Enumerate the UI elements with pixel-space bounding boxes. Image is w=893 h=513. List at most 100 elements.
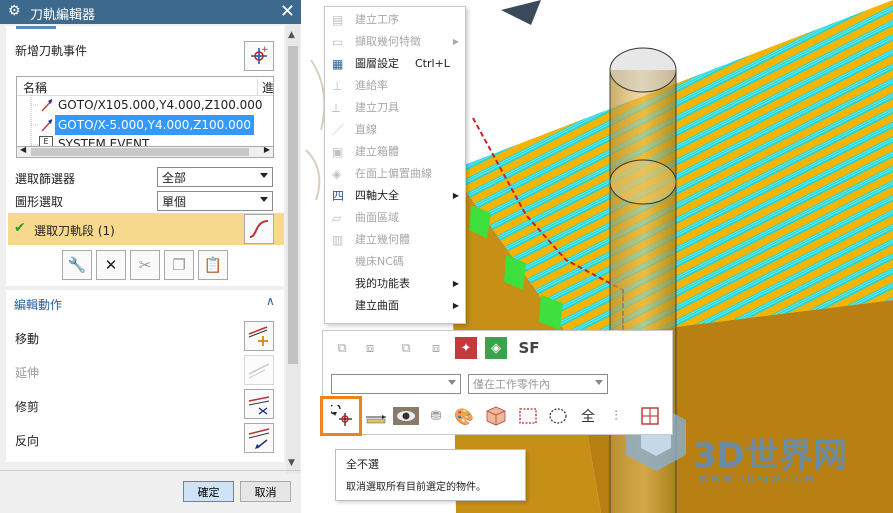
goto-icon: [41, 119, 53, 132]
tree-h-scrollbar[interactable]: ◀ ▶: [16, 145, 274, 158]
rectangle-select-icon[interactable]: [517, 405, 539, 427]
chevron-up-icon[interactable]: ▲: [288, 30, 295, 40]
scroll-left-icon[interactable]: ◀: [20, 145, 26, 154]
menu-item-label: 四軸大全: [355, 189, 399, 202]
measure-icon[interactable]: [365, 405, 387, 427]
edit-section-title: 編輯動作: [14, 298, 63, 312]
filter-part-icon[interactable]: ⛃: [425, 405, 447, 427]
reverse-icon: [248, 428, 270, 449]
create-geometry-icon: ▥: [332, 233, 344, 247]
menu-item-label: 在面上偏置曲線: [355, 167, 432, 180]
trim-button[interactable]: [244, 389, 274, 419]
background-sketch: [305, 59, 326, 201]
select-window-icon[interactable]: [639, 405, 661, 427]
move-icon: [248, 326, 268, 346]
assembly-tree-icon[interactable]: ⧈: [359, 337, 381, 359]
menu-item[interactable]: ⊥ 進給率: [325, 75, 465, 97]
ok-button[interactable]: 確定: [183, 481, 234, 502]
watermark-url: WWW.3DSJW.COM: [699, 474, 816, 485]
menu-item-label: 擷取幾何特徵: [355, 35, 421, 48]
select-chain-icon[interactable]: ⫶: [605, 405, 627, 427]
collapse-chevron-icon[interactable]: ∧: [266, 294, 275, 308]
delete-button[interactable]: ✕: [96, 250, 126, 280]
gear-icon[interactable]: ⚙: [8, 3, 21, 19]
menu-item[interactable]: 機床NC碼: [325, 251, 465, 273]
scope-select[interactable]: 僅在工作零件內: [468, 374, 608, 394]
lasso-glyph: [549, 408, 567, 424]
view-eye-icon[interactable]: [393, 405, 419, 427]
add-event-button[interactable]: +: [244, 41, 274, 71]
highlight-box: [320, 396, 362, 436]
chevron-down-icon: [595, 380, 603, 385]
reverse-button[interactable]: [244, 423, 274, 453]
tree-row[interactable]: GOTO/X105.000,Y4.000,Z100.000: [55, 95, 266, 115]
add-event-icon: +: [251, 45, 269, 64]
select-curve-button[interactable]: [244, 214, 274, 244]
shape-select[interactable]: 單個: [157, 191, 273, 211]
component-icon[interactable]: ⧉: [395, 337, 417, 359]
extend-button[interactable]: [244, 355, 274, 385]
section-accent: [16, 26, 56, 29]
trim-icon: [248, 396, 270, 415]
line-icon: ／: [332, 123, 345, 137]
box-icon: ▣: [332, 145, 344, 159]
cut-button[interactable]: ✂: [130, 250, 160, 280]
select-all-icon[interactable]: 全: [577, 405, 599, 427]
menu-item[interactable]: ▱ 曲面區域: [325, 207, 465, 229]
copy-button[interactable]: ❐: [164, 250, 194, 280]
menu-item[interactable]: 我的功能表 ▶: [325, 273, 465, 295]
recipe-icon[interactable]: ◈: [485, 337, 507, 359]
filter-select-value: 全部: [162, 171, 187, 185]
scroll-right-icon[interactable]: ▶: [264, 145, 270, 154]
menu-item[interactable]: ⟂ 建立刀具: [325, 97, 465, 119]
close-icon[interactable]: ✕: [280, 1, 295, 22]
lasso-select-icon[interactable]: [547, 405, 569, 427]
solid-box-icon[interactable]: [485, 405, 507, 427]
scroll-thumb[interactable]: [31, 148, 249, 156]
type-filter-select[interactable]: [331, 374, 461, 394]
extract-geometry-icon: ▭: [332, 35, 344, 49]
menu-item[interactable]: ◈ 在面上偏置曲線: [325, 163, 465, 185]
component-select-icon[interactable]: ⧈: [425, 337, 447, 359]
dialog-title: 刀軌編輯器: [30, 8, 96, 23]
wrench-button[interactable]: 🔧: [62, 250, 92, 280]
menu-item[interactable]: 四四軸大全 ▶: [325, 185, 465, 207]
dialog-v-scrollbar[interactable]: ▲ ▼: [286, 24, 300, 474]
scroll-thumb[interactable]: [288, 46, 298, 364]
scissors-icon: ✂: [138, 256, 152, 274]
menu-item[interactable]: ▥ 建立幾何體: [325, 229, 465, 251]
tree-row-selected[interactable]: GOTO/X-5.000,Y4.000,Z100.000: [55, 115, 255, 135]
filter-label: 選取篩選器: [15, 172, 76, 186]
menu-item[interactable]: ▤ 建立工序: [325, 9, 465, 31]
submenu-arrow-icon: ▶: [452, 191, 459, 200]
pattern-icon[interactable]: ✦: [455, 337, 477, 359]
create-tool-icon: ⟂: [332, 101, 341, 115]
shape-select-label: 圖形選取: [15, 195, 64, 209]
background-shape: [501, 0, 541, 25]
menu-item[interactable]: 建立曲面 ▶: [325, 295, 465, 317]
menu-item[interactable]: ／ 直線: [325, 119, 465, 141]
filter-select[interactable]: 全部: [157, 167, 273, 187]
wrench-icon: 🔧: [67, 256, 87, 274]
column-progress-header[interactable]: 進: [257, 79, 273, 96]
select-segment-row[interactable]: ✔ 選取刀軌段 (1): [8, 213, 284, 245]
paste-icon: 📋: [203, 256, 223, 274]
paste-button[interactable]: 📋: [198, 250, 228, 280]
menu-item[interactable]: ▭ 擷取幾何特徵 ▶: [325, 31, 465, 53]
assembly-icon[interactable]: ⧉: [331, 337, 353, 359]
chevron-down-icon[interactable]: ▼: [288, 458, 295, 468]
dialog-title-bar: ⚙ 刀軌編輯器 ✕: [0, 0, 301, 24]
selection-toolbar: ⧉ ⧈ ⧉ ⧈ ✦ ◈ SF 僅在工作零件內 ⛃ 🎨 全 ⫶: [322, 330, 673, 435]
submenu-arrow-icon: ▶: [452, 301, 459, 310]
menu-item[interactable]: ▦ 圖層設定 Ctrl+L: [325, 53, 465, 75]
column-name-header[interactable]: 名稱: [23, 79, 47, 96]
color-palette-icon[interactable]: 🎨: [453, 405, 475, 427]
sf-icon[interactable]: SF: [515, 337, 543, 359]
cancel-button[interactable]: 取消: [240, 481, 291, 502]
action-label: 修剪: [15, 400, 40, 414]
move-button[interactable]: [244, 321, 274, 351]
chevron-down-icon: [260, 173, 268, 178]
menu-item[interactable]: ▣ 建立箱體: [325, 141, 465, 163]
layer-settings-icon: ▦: [332, 57, 344, 71]
tool-top-ellipse: [609, 47, 677, 93]
